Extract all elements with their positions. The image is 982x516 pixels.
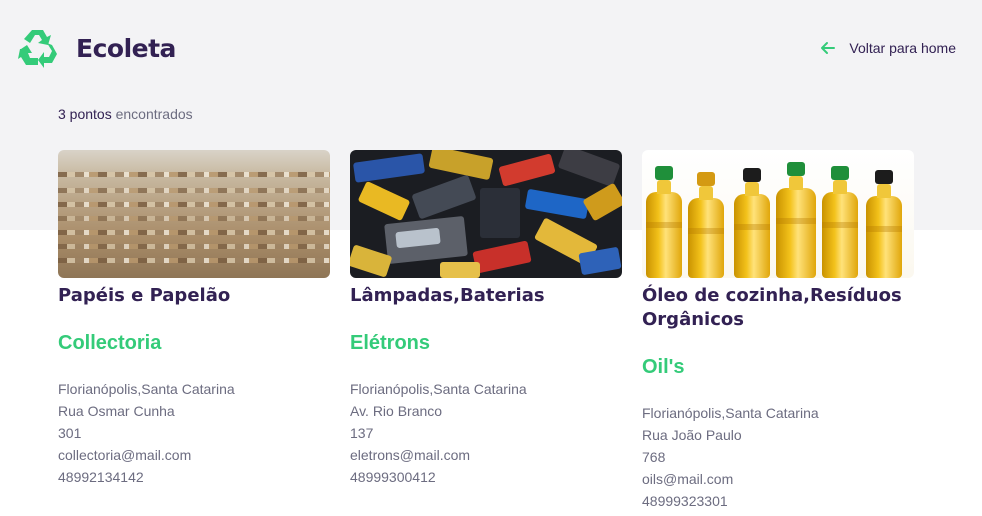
point-name: Oil's	[642, 356, 685, 378]
point-details: Florianópolis,Santa Catarina Av. Rio Bra…	[350, 378, 622, 488]
point-city: Florianópolis,Santa Catarina	[642, 405, 819, 421]
point-city: Florianópolis,Santa Catarina	[58, 381, 235, 397]
point-email: collectoria@mail.com	[58, 447, 192, 463]
points-list: Papéis e Papelão Collectoria Florianópol…	[58, 150, 914, 512]
point-card: Óleo de cozinha,Resíduos Orgânicos Oil's…	[642, 150, 914, 512]
brand[interactable]: Ecoleta	[16, 27, 176, 69]
batteries-pile-photo	[350, 150, 622, 278]
point-name: Elétrons	[350, 332, 431, 354]
point-city: Florianópolis,Santa Catarina	[350, 381, 527, 397]
point-street: Rua João Paulo	[642, 427, 742, 443]
page-header: Ecoleta Voltar para home	[16, 26, 966, 70]
point-items: Óleo de cozinha,Resíduos Orgânicos	[642, 285, 902, 330]
oil-bottles-photo	[642, 150, 914, 278]
recycle-icon	[18, 30, 57, 68]
results-count-number: 3 pontos	[58, 106, 112, 122]
point-street: Av. Rio Branco	[350, 403, 443, 419]
point-items: Lâmpadas,Baterias	[350, 285, 545, 306]
back-to-home-link[interactable]: Voltar para home	[819, 39, 956, 57]
point-number: 768	[642, 449, 666, 465]
point-card: Lâmpadas,Baterias Elétrons Florianópolis…	[350, 150, 622, 512]
point-street: Rua Osmar Cunha	[58, 403, 175, 419]
point-email: oils@mail.com	[642, 471, 734, 487]
point-number: 301	[58, 425, 82, 441]
point-whatsapp: 48999323301	[642, 493, 728, 509]
point-number: 137	[350, 425, 374, 441]
point-details: Florianópolis,Santa Catarina Rua Osmar C…	[58, 378, 330, 488]
point-whatsapp: 48992134142	[58, 469, 144, 485]
results-count: 3 pontos encontrados	[58, 106, 193, 122]
arrow-left-icon	[821, 42, 836, 54]
cardboard-bales-photo	[58, 150, 330, 278]
results-count-suffix: encontrados	[115, 106, 193, 122]
point-name: Collectoria	[58, 332, 162, 354]
point-details: Florianópolis,Santa Catarina Rua João Pa…	[642, 402, 914, 512]
back-link-label: Voltar para home	[849, 40, 956, 56]
point-email: eletrons@mail.com	[350, 447, 471, 463]
point-card: Papéis e Papelão Collectoria Florianópol…	[58, 150, 330, 512]
point-whatsapp: 48999300412	[350, 469, 436, 485]
point-items: Papéis e Papelão	[58, 285, 231, 306]
brand-name: Ecoleta	[76, 33, 176, 63]
